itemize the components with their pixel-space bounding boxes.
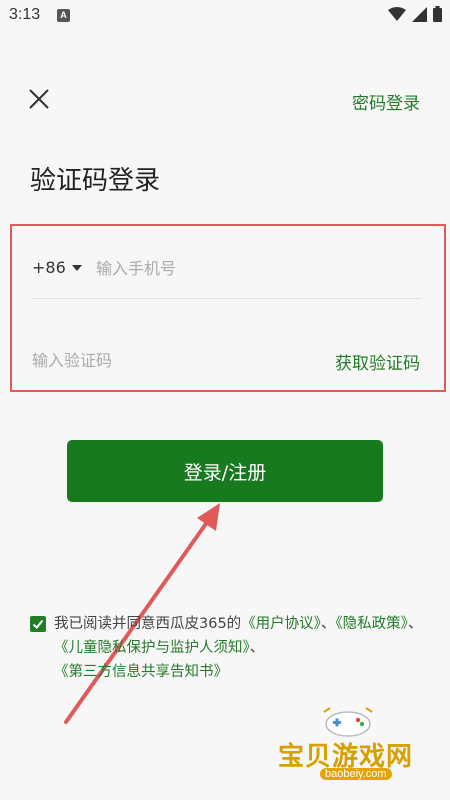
login-register-button[interactable]: 登录/注册 (67, 440, 383, 502)
phone-input[interactable] (96, 254, 416, 282)
password-login-link[interactable]: 密码登录 (352, 89, 420, 114)
battery-icon (433, 6, 442, 22)
separator: 、 (249, 640, 265, 656)
gamepad-icon (323, 707, 373, 737)
status-bar: 3:13 A (0, 0, 450, 34)
wifi-icon (388, 6, 406, 21)
get-code-button[interactable]: 获取验证码 (335, 349, 420, 374)
close-icon (29, 89, 49, 109)
notification-a-icon: A (57, 9, 70, 22)
third-party-sharing-link[interactable]: 《第三方信息共享告知书》 (54, 664, 228, 680)
child-privacy-link[interactable]: 《儿童隐私保护与监护人须知》 (54, 640, 250, 656)
watermark-url: baobeiy.com (320, 768, 392, 780)
signal-icon (412, 6, 427, 22)
user-agreement-link[interactable]: 《用户协议》 (241, 616, 321, 632)
separator: 、 (320, 616, 336, 632)
agreement-checkbox[interactable] (30, 616, 46, 632)
status-time: 3:13 (9, 6, 41, 23)
watermark-logo: 宝贝游戏网 baobeiy.com (272, 700, 442, 790)
verification-code-input[interactable] (32, 346, 282, 374)
agreement-row: 我已阅读并同意西瓜皮365的《用户协议》、《隐私政策》、《儿童隐私保护与监护人须… (30, 612, 425, 684)
agreement-prefix: 我已阅读并同意西瓜皮365的 (54, 616, 242, 632)
close-button[interactable] (26, 86, 52, 112)
caret-down-icon (71, 264, 82, 271)
agreement-text: 我已阅读并同意西瓜皮365的《用户协议》、《隐私政策》、《儿童隐私保护与监护人须… (54, 612, 425, 684)
country-code-label: +86 (32, 258, 66, 277)
country-code-selector[interactable]: +86 (32, 258, 82, 277)
status-icons (388, 6, 442, 22)
check-icon (32, 619, 44, 629)
privacy-policy-link[interactable]: 《隐私政策》 (335, 616, 408, 632)
login-form: +86 获取验证码 (10, 224, 446, 392)
page-title: 验证码登录 (30, 166, 161, 196)
separator: 、 (407, 616, 423, 632)
divider (32, 298, 422, 299)
